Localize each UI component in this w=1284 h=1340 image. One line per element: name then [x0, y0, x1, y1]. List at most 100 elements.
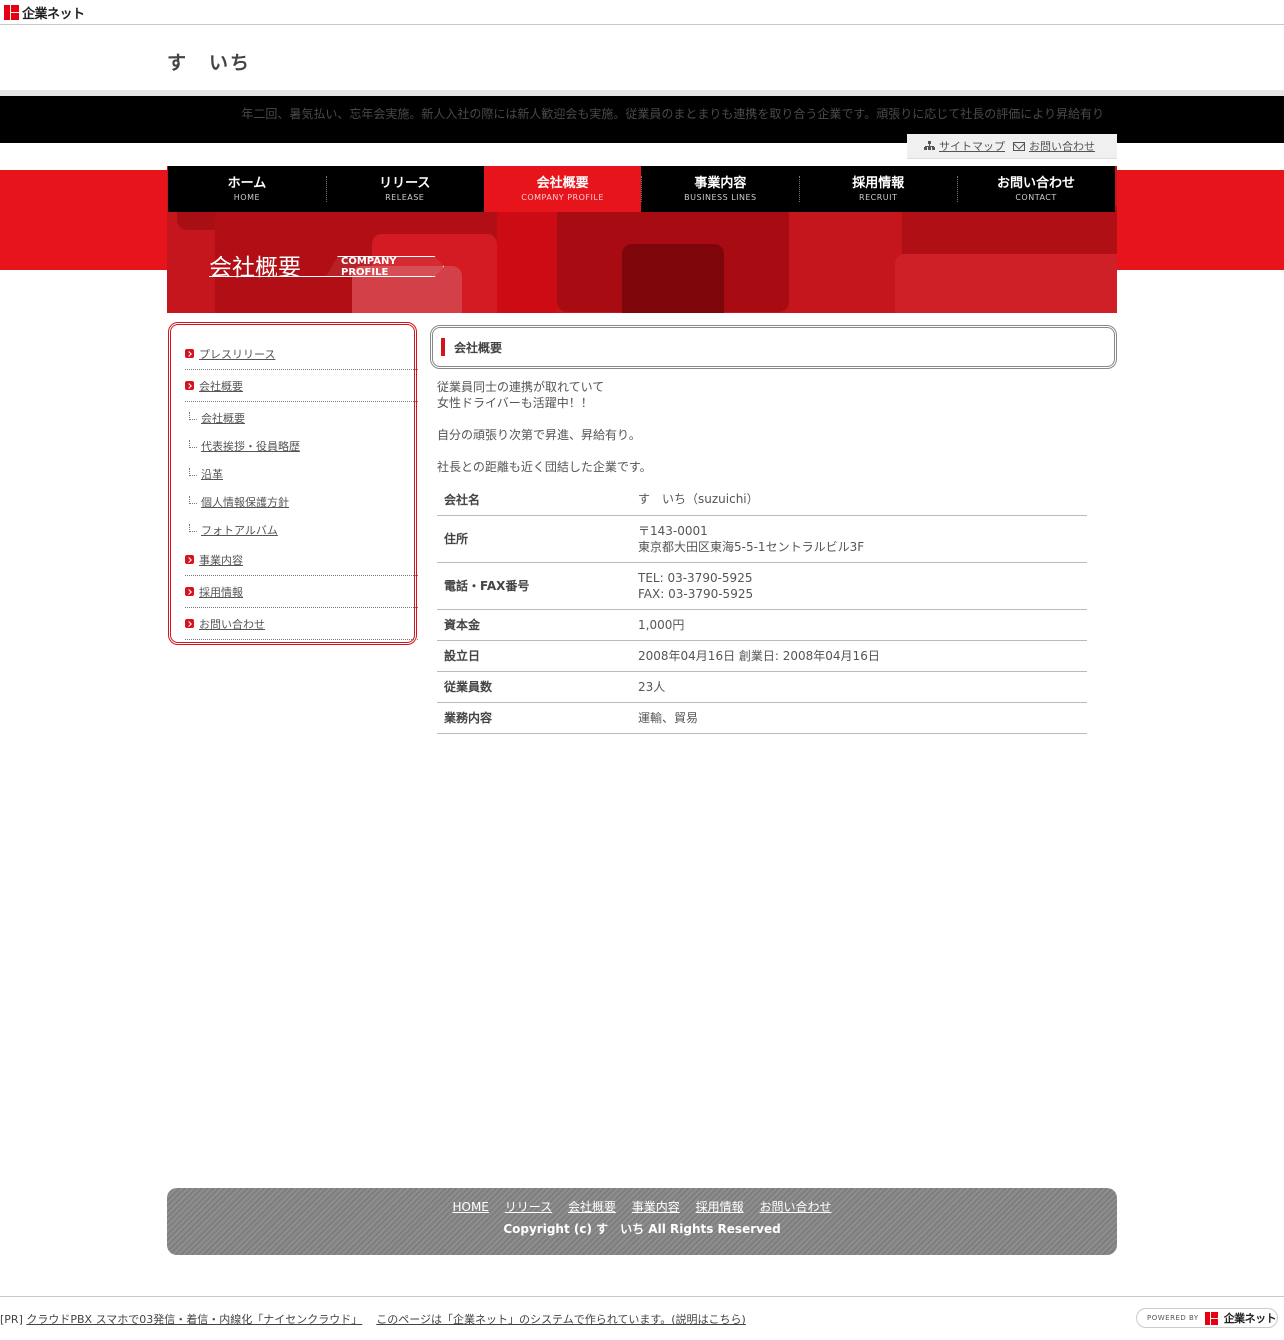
nav-release[interactable]: リリース RELEASE [325, 166, 484, 212]
nav-business-lines-label: 事業内容 [694, 175, 747, 191]
pr-prefix: [PR] [0, 1313, 23, 1326]
sidebar-item-press-release[interactable]: プレスリリース [185, 338, 418, 370]
row-label: 設立日 [444, 649, 481, 663]
hero-tag: COMPANY PROFILE [326, 256, 444, 277]
sidebar: プレスリリース 会社概要 会社概要 代表挨拶・役員略歴 沿革 個人情報保護方針 … [168, 322, 418, 645]
row-value: 1,000円 [638, 617, 685, 632]
nav-business-lines[interactable]: 事業内容 BUSINESS LINES [641, 166, 799, 212]
sitemap-icon [924, 141, 935, 151]
brand-logo[interactable]: 企業ネット [4, 4, 85, 22]
nav-recruit[interactable]: 採用情報 RECRUIT [799, 166, 957, 212]
section-heading: 会社概要 [430, 325, 1117, 369]
footer-link-business-lines[interactable]: 事業内容 [632, 1200, 680, 1214]
intro-text: 従業員同士の連携が取れていて 女性ドライバーも活躍中！！ 自分の頑張り次第で昇進… [437, 379, 652, 475]
sidebar-subitem-greeting[interactable]: 代表挨拶・役員略歴 [185, 432, 418, 460]
arrow-bullet-icon [185, 381, 194, 390]
pr-link[interactable]: クラウドPBX スマホで03発信・着信・内線化「ナイセンクラウド」 [26, 1313, 362, 1326]
row-value: TEL: 03-3790-5925 FAX: 03-3790-5925 [638, 570, 754, 601]
table-row: 設立日 2008年04月16日 創業日: 2008年04月16日 [437, 640, 1087, 671]
sidebar-subitem-privacy[interactable]: 個人情報保護方針 [185, 488, 418, 516]
table-row: 従業員数 23人 [437, 671, 1087, 702]
sidebar-item-label[interactable]: お問い合わせ [199, 616, 265, 632]
sidebar-item-contact[interactable]: お問い合わせ [185, 608, 418, 640]
row-value: す いち（suzuichi） [638, 492, 759, 507]
sidebar-subitem-company-profile[interactable]: 会社概要 [185, 404, 418, 432]
sidebar-subitem-label[interactable]: フォトアルバム [201, 522, 278, 538]
nav-contact-sublabel: CONTACT [1015, 192, 1057, 202]
row-label: 業務内容 [444, 711, 493, 725]
footer-link-home[interactable]: HOME [452, 1200, 488, 1214]
copyright: Copyright (c) す いち All Rights Reserved [503, 1222, 781, 1236]
nav-recruit-sublabel: RECRUIT [859, 192, 898, 202]
pr-line: [PR] クラウドPBX スマホで03発信・着信・内線化「ナイセンクラウド」 こ… [0, 1311, 746, 1327]
bottom-bar: [PR] クラウドPBX スマホで03発信・着信・内線化「ナイセンクラウド」 こ… [0, 1296, 1284, 1340]
sidebar-item-label[interactable]: 会社概要 [199, 378, 243, 394]
sidebar-item-company-profile[interactable]: 会社概要 [185, 370, 418, 402]
sidebar-item-recruit[interactable]: 採用情報 [185, 576, 418, 608]
tree-branch-icon [189, 496, 197, 504]
row-label: 資本金 [444, 618, 481, 632]
nav-company-profile-label: 会社概要 [536, 175, 589, 191]
powered-by-text: POWERED BY [1147, 1314, 1199, 1322]
footer-link-release[interactable]: リリース [505, 1200, 552, 1214]
contact-link[interactable]: お問い合わせ [1029, 138, 1095, 154]
sidebar-subitem-label[interactable]: 代表挨拶・役員略歴 [201, 438, 300, 454]
hero-title-underline [209, 276, 329, 277]
sidebar-item-label[interactable]: 採用情報 [199, 584, 243, 600]
brand-name: 企業ネット [22, 6, 85, 22]
row-label: 電話・FAX番号 [444, 579, 530, 593]
sidebar-subitem-photo-album[interactable]: フォトアルバム [185, 516, 418, 544]
arrow-bullet-icon [185, 619, 194, 628]
row-label: 住所 [444, 532, 469, 546]
nav-contact[interactable]: お問い合わせ CONTACT [957, 166, 1115, 212]
intro-line: 従業員同士の連携が取れていて [437, 380, 605, 394]
intro-line [437, 443, 652, 459]
intro-line [437, 411, 652, 427]
sidebar-subitem-label[interactable]: 個人情報保護方針 [201, 494, 289, 510]
arrow-bullet-icon [185, 555, 194, 564]
intro-line: 社長との距離も近く団結した企業です。 [437, 460, 652, 474]
nav-company-profile[interactable]: 会社概要 COMPANY PROFILE [483, 166, 642, 212]
sitemap-link[interactable]: サイトマップ [939, 138, 1005, 154]
table-row: 電話・FAX番号 TEL: 03-3790-5925 FAX: 03-3790-5… [437, 562, 1087, 609]
table-row: 住所 〒143-0001 東京都大田区東海5-5-1セントラルビル3F [437, 515, 1087, 562]
header-tagline: 年二回、暑気払い、忘年会実施。新人入社の際には新人歓迎会も実施。従業員のまとまり… [241, 107, 1104, 121]
arrow-bullet-icon [185, 349, 194, 358]
top-bar: 企業ネット [0, 0, 1284, 25]
arrow-bullet-icon [185, 587, 194, 596]
table-row: 業務内容 運輸、貿易 [437, 702, 1087, 733]
sidebar-subitem-label[interactable]: 沿革 [201, 466, 223, 482]
row-value: 〒143-0001 東京都大田区東海5-5-1セントラルビル3F [638, 523, 865, 554]
nav-business-lines-sublabel: BUSINESS LINES [684, 192, 757, 202]
heading-accent-bar [441, 338, 445, 356]
tree-branch-icon [189, 440, 197, 448]
nav-recruit-label: 採用情報 [852, 175, 905, 191]
brand-mark-icon [4, 4, 19, 20]
footer-link-company-profile[interactable]: 会社概要 [568, 1200, 616, 1214]
nav-company-profile-sublabel: COMPANY PROFILE [521, 192, 604, 202]
sidebar-item-business-lines[interactable]: 事業内容 [185, 544, 418, 576]
company-info-table: 会社名 す いち（suzuichi） 住所 〒143-0001 東京都大田区東海5… [437, 484, 1087, 734]
section-heading-text: 会社概要 [454, 340, 503, 355]
row-value: 23人 [638, 679, 666, 694]
system-info-link[interactable]: このページは「企業ネット」のシステムで作られています。(説明はこちら) [376, 1313, 746, 1326]
footer-link-contact[interactable]: お問い合わせ [759, 1200, 831, 1214]
global-nav: ホーム HOME リリース RELEASE 会社概要 COMPANY PROFI… [168, 166, 1115, 212]
nav-release-label: リリース [379, 175, 431, 191]
intro-line: 女性ドライバーも活躍中！！ [437, 396, 593, 410]
tree-branch-icon [189, 468, 197, 476]
site-title[interactable]: す いち [167, 48, 251, 75]
brand-mark-icon [1204, 1311, 1218, 1325]
sidebar-subitem-label[interactable]: 会社概要 [201, 410, 245, 426]
footer-link-recruit[interactable]: 採用情報 [696, 1200, 744, 1214]
sidebar-subitem-history[interactable]: 沿革 [185, 460, 418, 488]
tree-branch-icon [189, 524, 197, 532]
nav-home[interactable]: ホーム HOME [168, 166, 326, 212]
sidebar-item-label[interactable]: プレスリリース [199, 346, 275, 362]
nav-home-sublabel: HOME [233, 192, 261, 202]
sidebar-item-label[interactable]: 事業内容 [199, 552, 243, 568]
footer-links: HOME リリース 会社概要 事業内容 採用情報 お問い合わせ [167, 1198, 1117, 1215]
footer: HOME リリース 会社概要 事業内容 採用情報 お問い合わせ Copyrigh… [167, 1188, 1117, 1255]
powered-by-badge[interactable]: POWERED BY 企業ネット [1136, 1308, 1278, 1328]
table-row: 会社名 す いち（suzuichi） [437, 484, 1087, 515]
